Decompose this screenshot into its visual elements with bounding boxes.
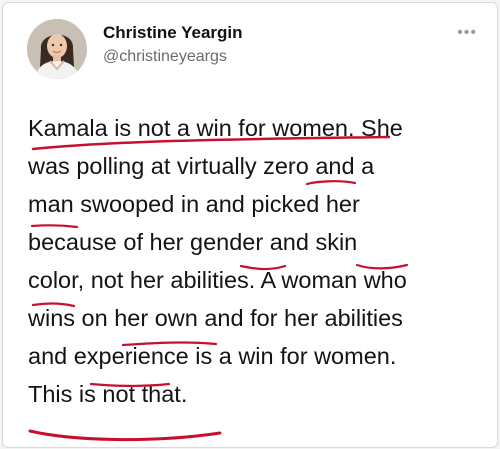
tweet-line-1: Kamala is not a win for women. She: [28, 109, 488, 147]
tweet-line-3: man swooped in and picked her: [28, 185, 488, 223]
tweet-line-4: because of her gender and skin: [28, 223, 488, 261]
more-horizontal-icon[interactable]: •••: [457, 25, 477, 41]
tweet-line-2: was polling at virtually zero and a: [28, 147, 488, 185]
tweet-line-5: color, not her abilities. A woman who: [28, 261, 488, 299]
tweet-line-7: and experience is a win for women.: [28, 337, 488, 375]
author-name[interactable]: Christine Yeargin: [103, 23, 243, 43]
tweet-card: Christine Yeargin @christineyeargs ••• K…: [2, 2, 498, 448]
tweet-header: Christine Yeargin @christineyeargs •••: [27, 17, 477, 87]
underline-this-is-not-that: [30, 431, 220, 440]
avatar-portrait-icon: [27, 19, 87, 79]
avatar[interactable]: [27, 19, 87, 79]
tweet-line-6: wins on her own and for her abilities: [28, 299, 488, 337]
tweet-text: Kamala is not a win for women. She was p…: [28, 109, 488, 413]
author-handle[interactable]: @christineyeargs: [103, 48, 227, 66]
tweet-line-8: This is not that.: [28, 375, 488, 413]
